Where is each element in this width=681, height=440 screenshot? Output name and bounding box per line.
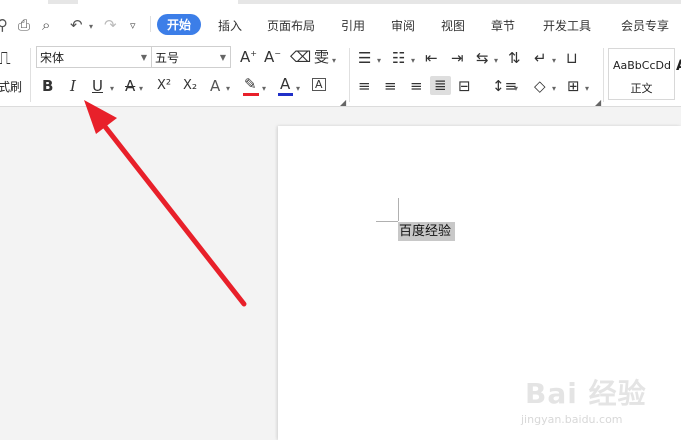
watermark-brand: Bai 经验 [525, 377, 647, 410]
watermark-url: jingyan.baidu.com [521, 413, 623, 426]
